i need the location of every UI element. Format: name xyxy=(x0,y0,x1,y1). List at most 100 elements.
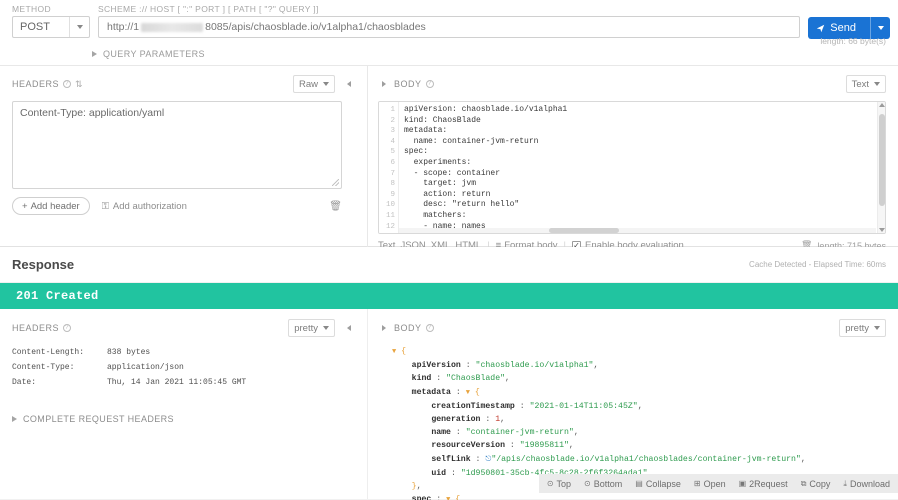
request-headers-actions: + Add header ⚿ Add authorization 🗑 xyxy=(12,197,342,215)
json-toggle-icon[interactable]: ▼ xyxy=(392,348,396,356)
request-headers-section: HEADERS ? ⇅ Raw Content-Type: applicatio… xyxy=(0,66,368,251)
header-value: Thu, 14 Jan 2021 11:05:45 GMT xyxy=(107,378,247,387)
header-key: Content-Type: xyxy=(12,363,75,372)
request-body-title-group: BODY ? xyxy=(378,76,434,92)
add-authorization-button[interactable]: ⚿ Add authorization xyxy=(102,201,187,212)
toolbar-download-button[interactable]: ⤓ Download xyxy=(843,479,890,489)
line-number: 9 xyxy=(390,190,395,199)
method-select[interactable]: POST xyxy=(12,16,90,38)
open-icon: ⊞ xyxy=(693,479,701,488)
scroll-thumb-h[interactable] xyxy=(549,228,619,233)
response-body-title-group: BODY ? xyxy=(378,320,434,336)
send-label: Send xyxy=(830,22,856,34)
response-headers-mode-label: pretty xyxy=(294,322,318,334)
response-headers-title: HEADERS xyxy=(12,323,60,333)
add-header-button[interactable]: + Add header xyxy=(12,197,90,215)
response-toolbar: ⊙ Top ⊙ Bottom ▤ Collapse ⊞ Open ▣ 2Request ⧉… xyxy=(538,474,898,493)
response-body-title: BODY xyxy=(394,323,422,333)
info-icon[interactable]: ? xyxy=(63,80,72,88)
collapse-left-icon[interactable] xyxy=(343,320,355,336)
toolbar-open-button[interactable]: ⊞ Open xyxy=(694,479,726,489)
toolbar-collapse-button[interactable]: ▤ Collapse xyxy=(635,479,681,489)
collapse-left-icon[interactable] xyxy=(343,76,355,92)
add-authorization-label: Add authorization xyxy=(112,200,187,212)
http-client-window: METHOD POST SCHEME :// HOST [ ":" PORT ]… xyxy=(0,0,898,500)
request-headers-title-group: HEADERS ? ⇅ xyxy=(12,79,82,90)
header-key: Content-Length: xyxy=(12,348,85,357)
response-headers-section: HEADERS ? pretty Content-Length: 838 byt… xyxy=(0,309,368,499)
sort-icon[interactable]: ⇅ xyxy=(75,79,82,90)
json-key-metadata: metadata xyxy=(411,387,451,397)
table-row: Content-Type: application/json xyxy=(12,360,355,375)
toolbar-request-button[interactable]: ▣ 2Request xyxy=(739,479,788,489)
expand-right-icon[interactable] xyxy=(378,76,390,92)
info-icon[interactable]: ? xyxy=(425,324,434,332)
json-key-name: name xyxy=(431,428,451,438)
toolbar-copy-button[interactable]: ⧉ Copy xyxy=(801,479,831,489)
info-icon[interactable]: ? xyxy=(63,324,72,332)
line-number: 11 xyxy=(385,211,395,220)
scroll-thumb[interactable] xyxy=(879,114,885,206)
line-number: 8 xyxy=(390,180,395,189)
line-number: 6 xyxy=(390,158,395,167)
toolbar-top-label: Top xyxy=(556,478,572,489)
delete-headers-icon[interactable]: 🗑 xyxy=(329,201,342,212)
url-redacted-host xyxy=(141,22,204,32)
complete-request-headers-toggle[interactable]: COMPLETE REQUEST HEADERS xyxy=(12,414,355,424)
json-toggle-icon[interactable]: ▼ xyxy=(466,389,470,397)
line-number: 12 xyxy=(385,222,395,231)
json-key-resourceversion: resourceVersion xyxy=(431,441,506,451)
request-headers-input[interactable]: Content-Type: application/yaml xyxy=(12,101,342,189)
chevron-down-icon[interactable] xyxy=(69,17,89,37)
json-value-creationtimestamp: "2021-01-14T11:05:45Z" xyxy=(529,401,638,411)
resize-grip-icon[interactable] xyxy=(332,179,339,186)
line-number: 2 xyxy=(390,116,395,125)
toolbar-bottom-button[interactable]: ⊙ Bottom xyxy=(584,479,622,489)
request-panel: METHOD POST SCHEME :// HOST [ ":" PORT ]… xyxy=(0,0,898,251)
request-length-note: length: 66 byte(s) xyxy=(820,36,886,46)
line-number: 7 xyxy=(390,169,395,178)
line-number: 1 xyxy=(390,106,395,114)
json-value-apiversion: "chaosblade.io/v1alpha1" xyxy=(475,361,594,371)
query-parameters-toggle[interactable]: QUERY PARAMETERS xyxy=(92,49,898,59)
json-value-kind: "ChaosBlade" xyxy=(446,374,506,384)
chevron-down-icon xyxy=(874,82,880,86)
download-icon: ⤓ xyxy=(843,478,847,488)
editor-horizontal-scrollbar[interactable] xyxy=(399,228,876,233)
toolbar-bottom-label: Bottom xyxy=(593,478,623,489)
status-badge: 201 Created xyxy=(0,283,898,309)
request-body-editor[interactable]: 1234567891011121314 apiVersion: chaosbla… xyxy=(378,101,886,234)
query-parameters-label: QUERY PARAMETERS xyxy=(103,49,205,59)
response-body-section: BODY ? pretty ▼ { apiVersion : "chaosbla… xyxy=(368,309,898,500)
response-headers-mode-select[interactable]: pretty xyxy=(288,319,335,337)
json-key-generation: generation xyxy=(431,415,481,425)
response-body-mode-select[interactable]: pretty xyxy=(839,319,886,337)
editor-vertical-scrollbar[interactable] xyxy=(877,102,885,233)
line-number: 4 xyxy=(390,137,395,146)
url-input[interactable]: http://1 8085/apis/chaosblade.io/v1alpha1… xyxy=(98,16,801,38)
json-value-selflink[interactable]: "/apis/chaosblade.io/v1alpha1/chaosblade… xyxy=(491,455,801,464)
expand-right-icon[interactable] xyxy=(378,320,390,336)
add-header-label: Add header xyxy=(30,200,80,212)
line-number-gutter: 1234567891011121314 xyxy=(379,102,399,233)
scroll-down-icon[interactable] xyxy=(878,228,885,232)
json-key-uid: uid xyxy=(431,468,447,478)
toolbar-collapse-label: Collapse xyxy=(645,478,681,489)
toolbar-top-button[interactable]: ⊙ Top xyxy=(547,479,571,489)
request-body-mode-select[interactable]: Text xyxy=(845,75,886,93)
line-number: 10 xyxy=(385,201,395,210)
json-toggle-icon[interactable]: ▼ xyxy=(446,496,450,500)
json-key-kind: kind xyxy=(411,374,432,384)
response-split: HEADERS ? pretty Content-Length: 838 byt… xyxy=(0,309,898,500)
request-icon: ▣ xyxy=(738,479,747,488)
table-row: Content-Length: 838 bytes xyxy=(12,345,355,360)
method-value: POST xyxy=(20,21,50,33)
json-key-apiversion: apiVersion xyxy=(411,361,461,371)
request-headers-mode-select[interactable]: Raw xyxy=(292,75,335,93)
request-body-code[interactable]: apiVersion: chaosblade.io/v1alpha1 kind:… xyxy=(399,102,885,233)
header-value: 838 bytes xyxy=(107,348,151,357)
json-key-spec: spec xyxy=(411,495,432,500)
plus-icon: + xyxy=(22,200,28,212)
info-icon[interactable]: ? xyxy=(425,80,434,88)
scroll-up-icon[interactable] xyxy=(878,103,885,107)
